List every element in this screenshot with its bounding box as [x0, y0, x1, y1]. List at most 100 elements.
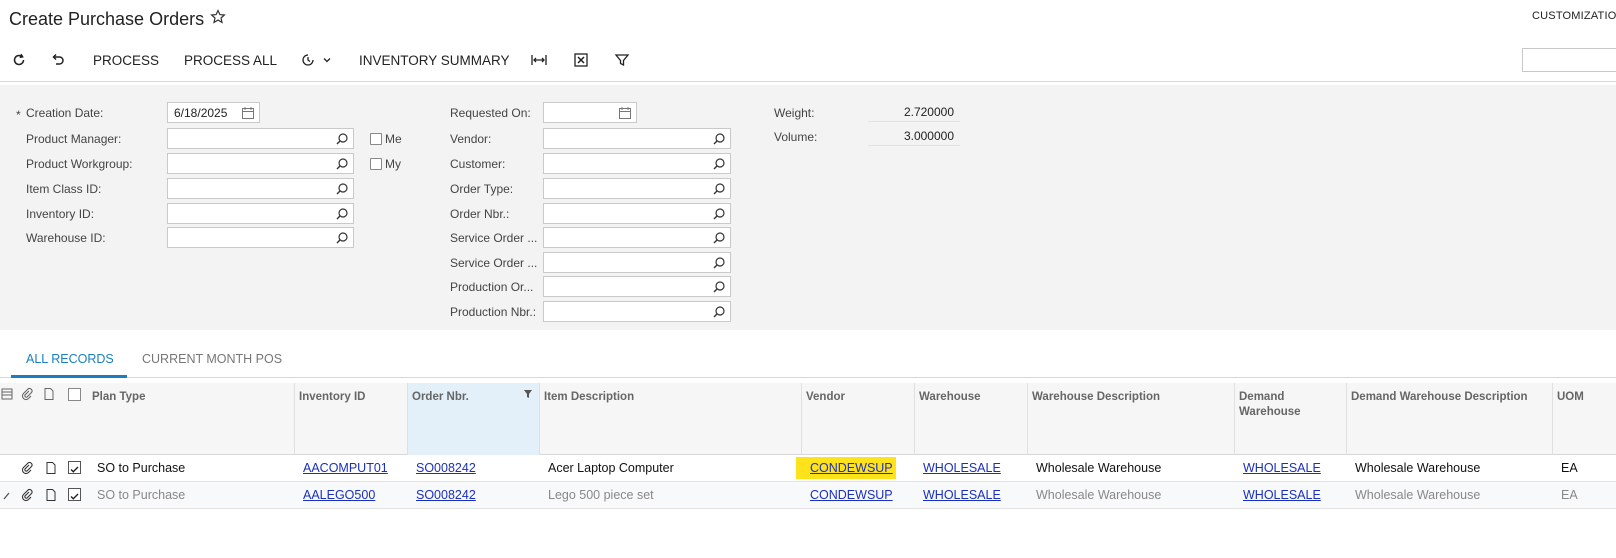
warehouse-link-text[interactable]: WHOLESALE [923, 488, 1001, 502]
order-type-field[interactable] [543, 178, 731, 199]
requested-on-field[interactable] [543, 102, 637, 123]
inventory-id-link[interactable]: AACOMPUT01 [299, 455, 392, 481]
table-row[interactable]: SO to Purchase AACOMPUT01 SO008242 Acer … [0, 455, 1616, 482]
production-order-field[interactable] [543, 276, 731, 297]
product-workgroup-label: Product Workgroup: [26, 157, 133, 171]
column-demand-warehouse-line1: Demand [1239, 391, 1285, 403]
me-label: Me [385, 132, 402, 146]
filter-button[interactable] [614, 42, 630, 78]
demand-warehouse-link[interactable]: WHOLESALE [1239, 455, 1325, 481]
vendor-link-text[interactable]: CONDEWSUP [810, 461, 893, 475]
warehouse-link-text[interactable]: WHOLESALE [923, 461, 1001, 475]
production-nbr-field[interactable] [543, 301, 731, 322]
search-input[interactable] [1522, 48, 1616, 72]
order-nbr-link[interactable]: SO008242 [412, 455, 480, 481]
order-nbr-field[interactable] [543, 203, 731, 224]
schedule-button[interactable] [300, 42, 332, 78]
attachment-icon[interactable] [20, 387, 34, 401]
demand-warehouse-link-text[interactable]: WHOLESALE [1243, 488, 1321, 502]
demand-warehouse-link-text[interactable]: WHOLESALE [1243, 461, 1321, 475]
note-icon[interactable] [44, 488, 58, 502]
creation-date-value: 6/18/2025 [174, 106, 228, 120]
search-icon[interactable] [712, 280, 726, 294]
column-demand-warehouse-description[interactable]: Demand Warehouse Description [1347, 383, 1553, 455]
search-icon[interactable] [335, 207, 349, 221]
item-class-field[interactable] [167, 178, 354, 199]
warehouse-link[interactable]: WHOLESALE [919, 455, 1005, 481]
column-item-description[interactable]: Item Description [540, 383, 802, 455]
vendor-link[interactable]: CONDEWSUP [796, 457, 896, 479]
row-selector-icon[interactable] [1, 387, 15, 401]
search-icon[interactable] [712, 182, 726, 196]
search-icon[interactable] [712, 305, 726, 319]
export-excel-button[interactable] [573, 42, 589, 78]
tab-all-records[interactable]: ALL RECORDS [26, 352, 114, 366]
product-workgroup-field[interactable] [167, 153, 354, 174]
inventory-summary-button[interactable]: INVENTORY SUMMARY [359, 42, 510, 78]
attachment-icon[interactable] [20, 461, 34, 475]
search-icon[interactable] [335, 132, 349, 146]
column-order-nbr[interactable]: Order Nbr. [408, 383, 540, 455]
search-icon[interactable] [335, 157, 349, 171]
search-icon[interactable] [335, 231, 349, 245]
my-checkbox[interactable] [370, 158, 382, 170]
fit-columns-button[interactable] [530, 42, 548, 78]
table-row[interactable]: SO to Purchase AALEGO500 SO008242 Lego 5… [0, 482, 1616, 509]
warehouse-link[interactable]: WHOLESALE [919, 482, 1005, 508]
note-icon[interactable] [42, 387, 56, 401]
vendor-field[interactable] [543, 128, 731, 149]
undo-button[interactable] [50, 42, 66, 78]
search-icon[interactable] [335, 182, 349, 196]
sort-filter-icon[interactable] [523, 389, 533, 404]
tab-current-month-pos[interactable]: CURRENT MONTH POS [142, 352, 282, 366]
calendar-icon[interactable] [618, 106, 632, 120]
order-nbr-link[interactable]: SO008242 [412, 482, 480, 508]
inventory-id-link[interactable]: AALEGO500 [299, 482, 379, 508]
item-description-cell: Lego 500 piece set [548, 488, 654, 502]
search-icon[interactable] [712, 207, 726, 221]
schedule-icon [300, 52, 316, 68]
column-uom[interactable]: UOM [1553, 383, 1616, 455]
inventory-id-field[interactable] [167, 203, 354, 224]
note-icon[interactable] [44, 461, 58, 475]
service-order-nbr-field[interactable] [543, 252, 731, 273]
product-manager-field[interactable] [167, 128, 354, 149]
column-plan-type[interactable]: Plan Type [88, 383, 295, 455]
vendor-link-text[interactable]: CONDEWSUP [810, 488, 893, 502]
warehouse-id-field[interactable] [167, 227, 354, 248]
column-inventory-id[interactable]: Inventory ID [295, 383, 408, 455]
column-warehouse-description[interactable]: Warehouse Description [1028, 383, 1235, 455]
row-select-checkbox[interactable] [68, 461, 81, 474]
customization-menu[interactable]: CUSTOMIZATION [1532, 10, 1616, 22]
search-icon[interactable] [712, 256, 726, 270]
refresh-button[interactable] [11, 42, 27, 78]
column-demand-warehouse[interactable]: Demand Warehouse [1235, 383, 1347, 455]
search-icon[interactable] [712, 132, 726, 146]
inventory-id-link-text[interactable]: AACOMPUT01 [303, 461, 388, 475]
process-all-button[interactable]: PROCESS ALL [184, 42, 277, 78]
warehouse-description-cell: Wholesale Warehouse [1036, 461, 1162, 475]
my-label: My [385, 157, 401, 171]
inventory-id-link-text[interactable]: AALEGO500 [303, 488, 375, 502]
row-select-checkbox[interactable] [68, 488, 81, 501]
creation-date-field[interactable]: 6/18/2025 [167, 102, 260, 123]
me-checkbox[interactable] [370, 133, 382, 145]
favorite-star-icon[interactable] [210, 9, 226, 25]
demand-warehouse-link[interactable]: WHOLESALE [1239, 482, 1325, 508]
search-icon[interactable] [712, 157, 726, 171]
customer-field[interactable] [543, 153, 731, 174]
column-vendor[interactable]: Vendor [802, 383, 915, 455]
process-button[interactable]: PROCESS [93, 42, 159, 78]
search-icon[interactable] [712, 231, 726, 245]
uom-cell: EA [1561, 461, 1578, 475]
column-warehouse[interactable]: Warehouse [915, 383, 1028, 455]
calendar-icon[interactable] [241, 106, 255, 120]
attachment-icon[interactable] [20, 488, 34, 502]
order-nbr-link-text[interactable]: SO008242 [416, 461, 476, 475]
required-mark: * [16, 108, 21, 122]
select-all-checkbox[interactable] [68, 388, 81, 401]
order-nbr-link-text[interactable]: SO008242 [416, 488, 476, 502]
service-order-type-field[interactable] [543, 227, 731, 248]
uom-cell: EA [1561, 488, 1578, 502]
vendor-link[interactable]: CONDEWSUP [806, 482, 897, 508]
